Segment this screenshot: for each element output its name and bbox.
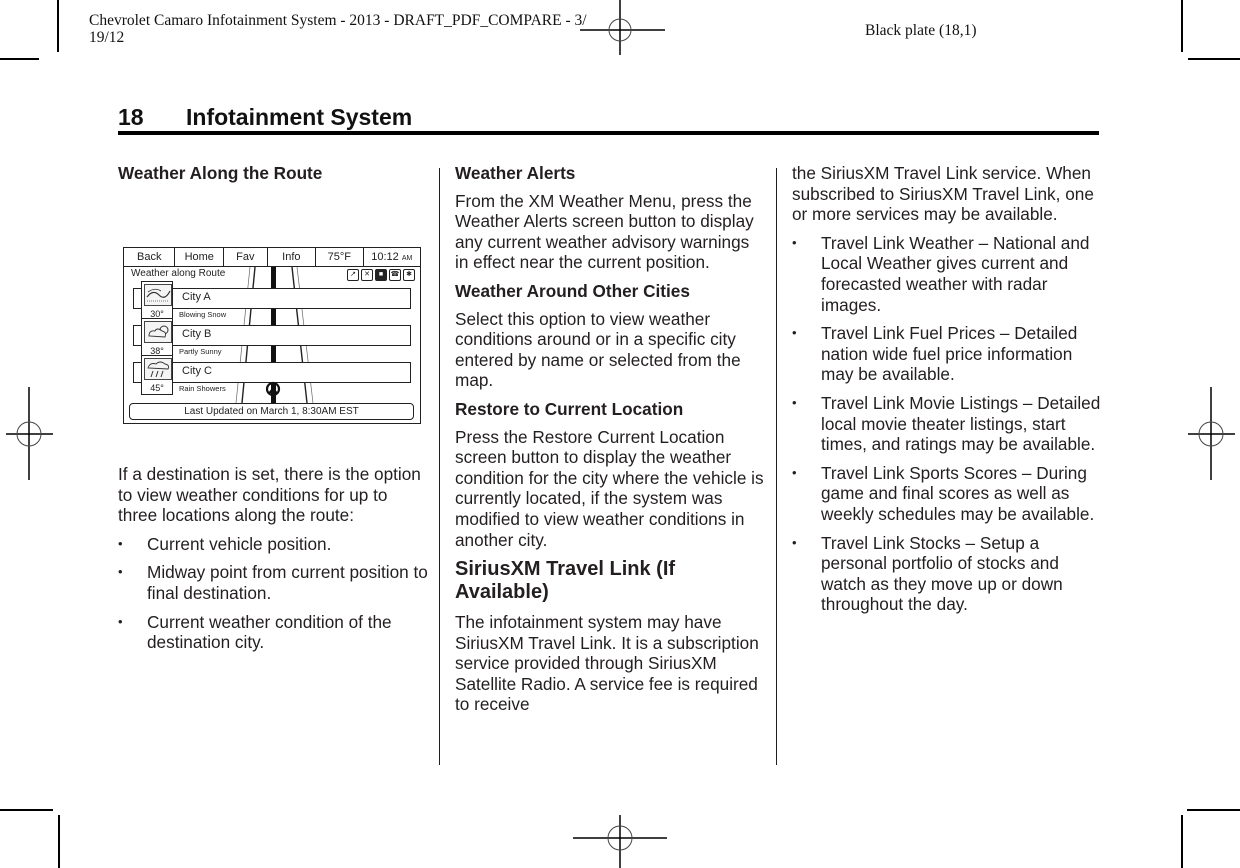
bullet-icon: • (792, 325, 797, 341)
city-condition: Rain Showers (179, 384, 226, 393)
list-item: • Midway point from current position to f… (118, 562, 430, 603)
tab-back: Back (124, 248, 176, 266)
crop-mark (58, 815, 60, 868)
city-condition: Blowing Snow (179, 310, 227, 319)
list-item-text: Current vehicle position. (147, 533, 332, 554)
top-tab-bar: Back Home Fav Info 75°F 10:12 AM (124, 248, 420, 267)
crop-mark (1187, 809, 1240, 811)
city-condition: Partly Sunny (179, 347, 222, 356)
list-item: • Current vehicle position. (118, 534, 430, 555)
city-row: City B (133, 325, 411, 346)
screen-title: Weather along Route (131, 268, 226, 279)
city-name: City A (182, 291, 211, 303)
paragraph: the SiriusXM Travel Link service. When s… (792, 163, 1094, 225)
list-item-text: Travel Link Weather – National and Local… (821, 232, 1090, 315)
paragraph: Select this option to view weather condi… (455, 308, 741, 391)
weather-image (144, 321, 172, 343)
list-item: • Current weather condition of the destin… (118, 612, 430, 653)
print-job-title: Chevrolet Camaro Infotainment System - 2… (89, 12, 587, 29)
crop-mark (0, 58, 39, 60)
column-2: Weather Alerts From the XM Weather Menu,… (455, 163, 767, 723)
print-job-date: 19/12 (89, 29, 125, 46)
registration-mark-icon (6, 387, 53, 480)
crop-mark (0, 809, 53, 811)
list-item-text: Travel Link Movie Listings – Detailed lo… (821, 392, 1101, 455)
column-divider (776, 168, 777, 765)
tab-info: Info (268, 248, 317, 266)
registration-mark-icon (573, 815, 667, 868)
page-header: 18 Infotainment System (118, 104, 412, 131)
header-rule (118, 131, 1099, 135)
registration-mark-icon (1188, 387, 1235, 480)
section-heading: Restore to Current Location (455, 398, 684, 419)
status-icons: ↗ ✕ ■ ☎ ✱ (347, 269, 415, 281)
column-1: Weather Along the Route (118, 163, 430, 191)
weather-image (144, 358, 172, 380)
navigation-icon: ↗ (347, 269, 359, 281)
list-item-text: Travel Link Stocks – Setup a personal po… (821, 532, 1063, 615)
list-item: • Travel Link Sports Scores – During game… (792, 463, 1104, 525)
city-name: City B (182, 328, 212, 340)
bullet-icon: • (792, 234, 797, 250)
bullet-icon: • (118, 535, 123, 551)
list-item-text: Travel Link Sports Scores – During game … (821, 462, 1095, 524)
registration-mark-icon (580, 0, 665, 55)
snow-icon: 30° (141, 281, 173, 321)
bullet-icon: • (792, 464, 797, 480)
list-item: • Travel Link Weather – National and Loca… (792, 233, 1104, 315)
rain-icon: 45° (141, 355, 173, 395)
clock-ampm: AM (401, 255, 413, 262)
bullet-icon: • (118, 613, 123, 629)
crop-mark (1181, 0, 1183, 52)
vehicle-position-icon (265, 381, 281, 403)
bullet-icon: • (118, 564, 123, 580)
last-updated-bar: Last Updated on March 1, 8:30AM EST (129, 403, 414, 420)
column-divider (439, 168, 440, 765)
section-heading: Weather Alerts (455, 163, 576, 183)
tab-fav: Fav (224, 248, 268, 266)
city-name: City C (182, 365, 212, 377)
paragraph: From the XM Weather Menu, press the Weat… (455, 190, 754, 273)
phone-icon: ☎ (389, 269, 401, 281)
section-title: Infotainment System (186, 104, 413, 130)
paragraph: If a destination is set, there is the op… (118, 464, 421, 526)
list-item-text: Travel Link Fuel Prices – Detailed natio… (821, 323, 1078, 385)
print-job-header: Chevrolet Camaro Infotainment System - 2… (89, 12, 587, 46)
tab-home: Home (175, 248, 224, 266)
list-item: • Travel Link Stocks – Setup a personal p… (792, 533, 1104, 615)
crop-mark (1181, 815, 1183, 868)
list-item: • Travel Link Fuel Prices – Detailed nati… (792, 323, 1104, 385)
infotainment-screen-figure: Back Home Fav Info 75°F 10:12 AM Weather… (123, 247, 421, 424)
bullet-list: • Travel Link Weather – National and Loca… (792, 233, 1104, 615)
plate-label: Black plate (18,1) (865, 22, 977, 39)
shuffle-icon: ✕ (361, 269, 373, 281)
section-heading: Weather Along the Route (118, 163, 323, 183)
crop-mark (1188, 58, 1240, 60)
paragraph: Press the Restore Current Location scree… (455, 426, 764, 550)
page-number: 18 (118, 104, 144, 130)
list-item-text: Current weather condition of the destina… (147, 611, 392, 653)
section-heading: Weather Around Other Cities (455, 280, 690, 301)
partly-sunny-icon: 38° (141, 318, 173, 358)
list-item-text: Midway point from current position to fi… (147, 562, 428, 603)
bluetooth-icon: ✱ (403, 269, 415, 281)
city-row: City A (133, 288, 411, 309)
column-1-body: If a destination is set, there is the op… (118, 464, 430, 661)
bullet-icon: • (792, 534, 797, 550)
city-row: City C (133, 362, 411, 383)
major-heading: SiriusXM Travel Link (If Available) (455, 558, 676, 604)
list-item: • Travel Link Movie Listings – Detailed l… (792, 393, 1104, 455)
city-temperature: 45° (150, 383, 164, 393)
bullet-list: • Current vehicle position. • Midway point… (118, 534, 430, 653)
temperature-readout: 75°F (316, 248, 364, 266)
paragraph: The infotainment system may have SiriusX… (455, 612, 759, 715)
column-3: the SiriusXM Travel Link service. When s… (792, 163, 1104, 623)
bullet-icon: • (792, 394, 797, 410)
crop-mark (57, 0, 59, 52)
clock-readout: 10:12 AM (364, 248, 420, 266)
mute-icon: ■ (375, 269, 387, 281)
weather-image (144, 284, 172, 306)
clock-time: 10:12 (371, 251, 399, 263)
